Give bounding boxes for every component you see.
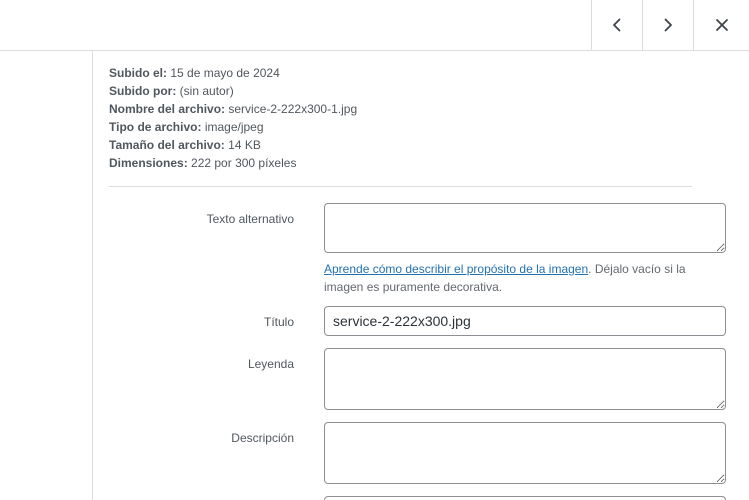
previous-media-button[interactable] (591, 0, 642, 50)
attachment-preview-pane (0, 51, 93, 500)
chevron-left-icon (613, 18, 621, 32)
uploaded-on-value: 15 de mayo de 2024 (170, 66, 280, 80)
file-size-label: Tamaño del archivo: (109, 138, 225, 152)
title-label: Título (263, 315, 294, 329)
caption-label: Leyenda (247, 357, 294, 371)
uploaded-on-label: Subido el: (109, 66, 167, 80)
file-name-label: Nombre del archivo: (109, 102, 226, 116)
alt-text-textarea[interactable] (324, 203, 726, 253)
file-size: Tamaño del archivo: 14 KB (109, 136, 692, 154)
uploaded-by-label: Subido por: (109, 84, 177, 98)
dimensions-value: 222 por 300 píxeles (191, 156, 297, 170)
file-type-value: image/jpeg (204, 120, 264, 134)
caption-textarea[interactable] (324, 348, 726, 410)
file-details: Subido el: 15 de mayo de 2024 Subido por… (109, 64, 692, 172)
file-type-label: Tipo de archivo: (109, 120, 202, 134)
close-modal-button[interactable] (693, 0, 749, 50)
uploaded-by-value: (sin autor) (179, 84, 234, 98)
alt-text-help: Aprende cómo describir el propósito de l… (324, 260, 726, 296)
description-textarea[interactable] (324, 422, 726, 484)
description-label: Descripción (231, 431, 294, 445)
file-type: Tipo de archivo: image/jpeg (109, 118, 692, 136)
close-icon (715, 19, 728, 31)
file-name-value: service-2-222x300-1.jpg (228, 102, 358, 116)
file-size-value: 14 KB (228, 138, 261, 152)
modal-header (0, 0, 749, 51)
chevron-right-icon (664, 18, 672, 32)
dimensions-label: Dimensiones: (109, 156, 188, 170)
alt-text-label: Texto alternativo (206, 212, 294, 226)
alt-text-help-link[interactable]: Aprende cómo describir el propósito de l… (324, 262, 588, 276)
details-divider (109, 186, 692, 187)
title-input[interactable] (324, 306, 726, 336)
uploaded-by: Subido por: (sin autor) (109, 82, 692, 100)
uploaded-on: Subido el: 15 de mayo de 2024 (109, 64, 692, 82)
file-name: Nombre del archivo: service-2-222x300-1.… (109, 100, 692, 118)
next-media-button[interactable] (642, 0, 693, 50)
dimensions: Dimensiones: 222 por 300 píxeles (109, 154, 692, 172)
next-field-partial[interactable] (324, 496, 726, 500)
